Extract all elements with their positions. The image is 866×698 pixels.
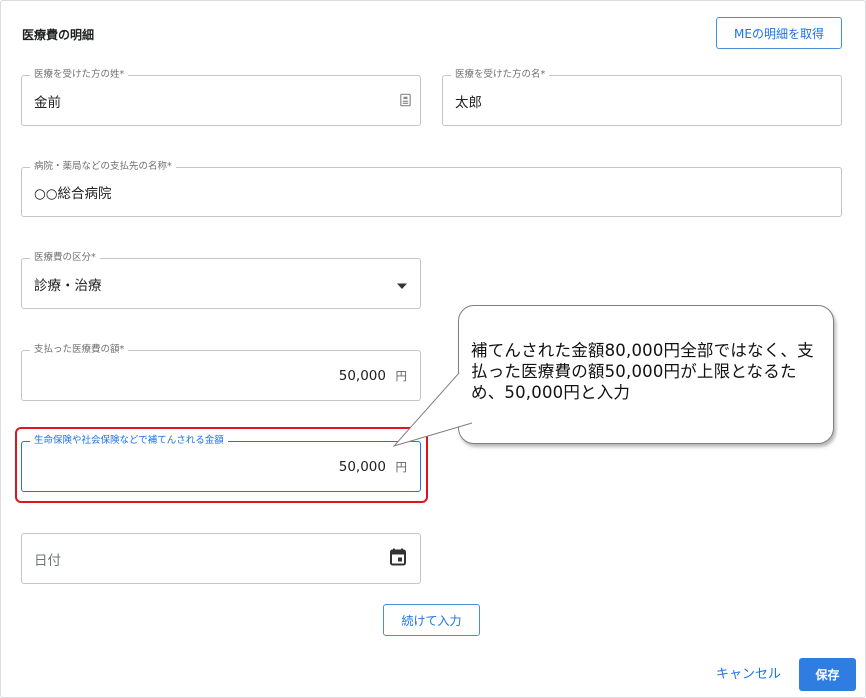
- calendar-icon[interactable]: [390, 548, 406, 569]
- last-name-value: 金前: [34, 94, 61, 111]
- date-field[interactable]: 日付: [21, 533, 421, 584]
- first-name-label: 医療を受けた方の名*: [451, 69, 550, 81]
- date-placeholder: 日付: [34, 552, 61, 569]
- last-name-label: 医療を受けた方の姓*: [30, 69, 129, 81]
- callout-pointer: [392, 372, 473, 447]
- callout-text: 補てんされた金額80,000円全部ではなく、支払った医療費の額50,000円が上…: [471, 341, 814, 402]
- category-label: 医療費の区分*: [30, 252, 100, 264]
- dialog-title: 医療費の明細: [22, 28, 95, 42]
- fetch-me-details-button[interactable]: MEの明細を取得: [716, 17, 842, 49]
- callout-box: 補てんされた金額80,000円全部ではなく、支払った医療費の額50,000円が上…: [458, 305, 834, 444]
- category-value: 診療・治療: [34, 277, 102, 294]
- save-button[interactable]: 保存: [799, 658, 856, 691]
- paid-amount-value: 50,000: [338, 367, 386, 384]
- first-name-value: 太郎: [455, 94, 482, 111]
- highlight-box: [15, 427, 428, 503]
- continue-input-button[interactable]: 続けて入力: [383, 604, 480, 636]
- paid-amount-label: 支払った医療費の額*: [30, 344, 129, 356]
- cancel-button[interactable]: キャンセル: [716, 663, 781, 682]
- dropdown-arrow-icon[interactable]: [397, 274, 407, 293]
- provider-name-field[interactable]: 病院・薬局などの支払先の名称* ○○総合病院: [21, 161, 842, 217]
- provider-name-value: ○○総合病院: [34, 186, 112, 202]
- paid-amount-field[interactable]: 支払った医療費の額* 50,000 円: [21, 344, 421, 401]
- category-select[interactable]: 医療費の区分* 診療・治療: [21, 252, 421, 309]
- provider-name-label: 病院・薬局などの支払先の名称*: [30, 161, 176, 173]
- contact-card-icon[interactable]: [400, 91, 411, 110]
- last-name-field[interactable]: 医療を受けた方の姓* 金前: [21, 69, 421, 126]
- first-name-field[interactable]: 医療を受けた方の名* 太郎: [442, 69, 842, 126]
